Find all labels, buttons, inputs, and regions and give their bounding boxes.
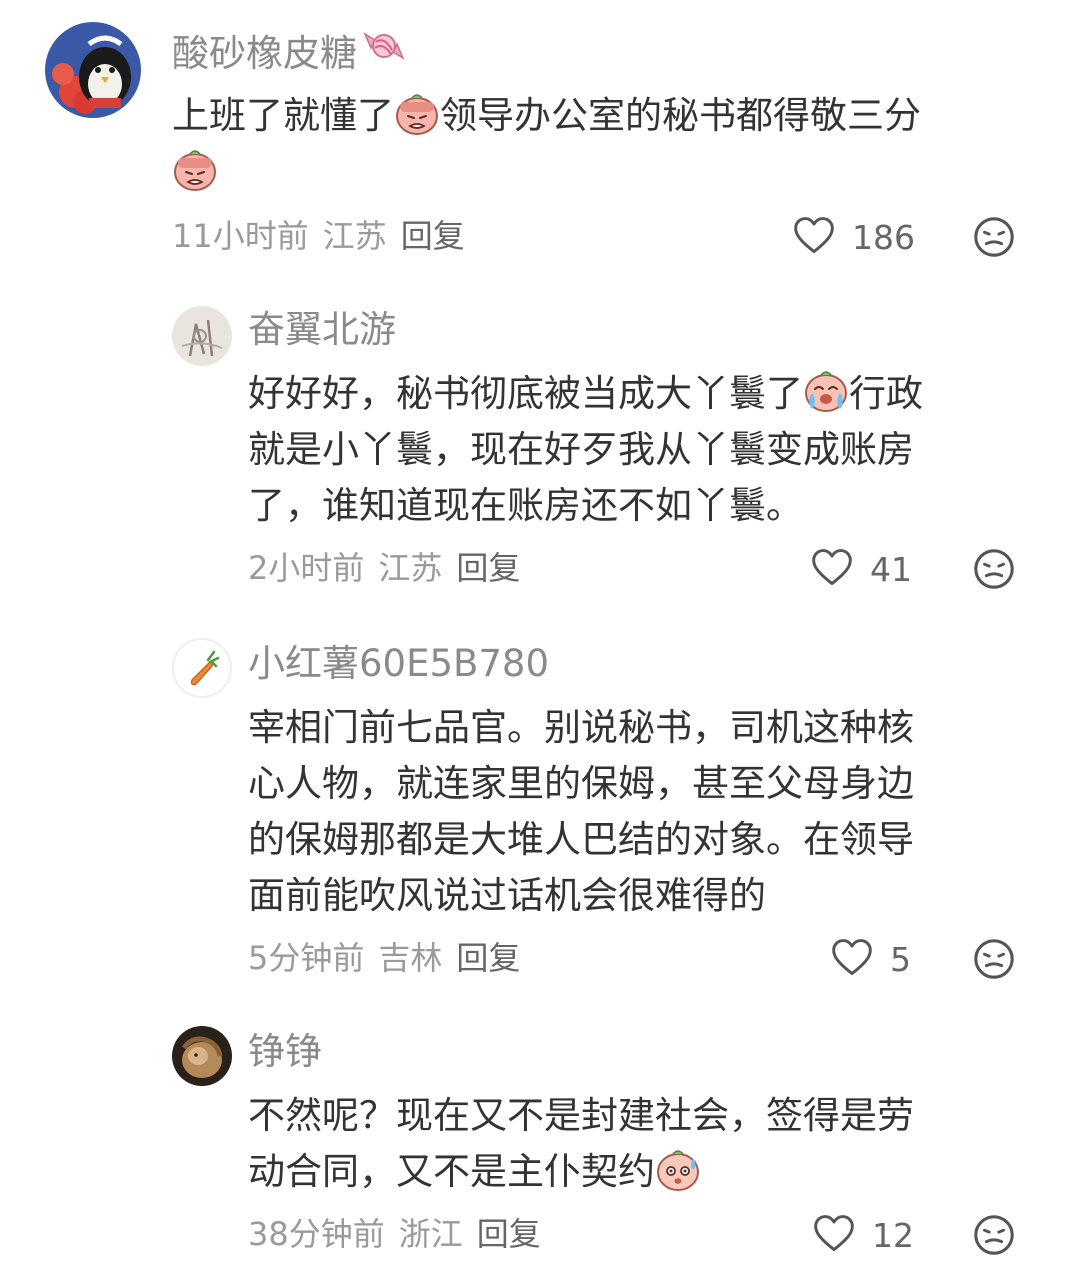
location: 吉林 — [378, 939, 443, 977]
dislike-button[interactable] — [971, 214, 1017, 264]
avatar[interactable] — [172, 1026, 232, 1086]
sweat-emoji-icon — [655, 1146, 701, 1192]
dislike-button[interactable] — [971, 546, 1017, 596]
meh-face-icon[interactable] — [971, 1243, 1017, 1262]
comment-text-part: 领导办公室的秘书都得敬三分 — [440, 94, 921, 137]
like-count: 12 — [872, 1216, 914, 1255]
location: 江苏 — [322, 217, 387, 255]
heart-outline-icon[interactable] — [830, 936, 874, 984]
comment-meta: 38分钟前 浙江 回复 — [248, 1214, 555, 1254]
comment-text: 不然呢？现在又不是封建社会，签得是劳 动合同，又不是主仆契约 — [248, 1088, 1038, 1200]
username[interactable]: 铮铮 — [248, 1030, 322, 1074]
comment-text-line: 面前能吹风说过话机会很难得的 — [248, 874, 766, 917]
comment-item: 奋翼北游 好好好，秘书彻底被当成大丫鬟了 行政 就是小丫鬟，现在好歹我从丫鬟变成账… — [0, 290, 1080, 620]
reply-button[interactable]: 回复 — [477, 1215, 541, 1253]
heart-outline-icon[interactable] — [792, 214, 836, 262]
comment-text-line: 的保姆那都是大堆人巴结的对象。在领导 — [248, 818, 914, 861]
avatar[interactable] — [172, 638, 232, 698]
timestamp: 2小时前 — [248, 549, 365, 587]
comment-meta: 2小时前 江苏 回复 — [248, 548, 534, 588]
reply-button[interactable]: 回复 — [456, 549, 520, 587]
comment-item: 酸砂橡皮糖 上班了就懂了 领导办公室的秘书都得敬三分 11小时前 江苏 回复 186 — [0, 0, 1080, 290]
like-button[interactable]: 12 — [812, 1212, 914, 1260]
timestamp: 5分钟前 — [248, 939, 365, 977]
comment-text-line: 心人物，就连家里的保姆，甚至父母身边 — [248, 762, 914, 805]
facepalm-emoji-icon — [394, 90, 440, 136]
crying-emoji-icon — [803, 368, 849, 414]
comment-text: 上班了就懂了 领导办公室的秘书都得敬三分 — [172, 88, 1032, 200]
comment-text-part: 上班了就懂了 — [172, 94, 394, 137]
candy-icon — [361, 26, 407, 72]
heart-outline-icon[interactable] — [812, 1212, 856, 1260]
comment-text-part: 了，谁知道现在账房还不如丫鬟。 — [248, 484, 803, 527]
comment-text-part: 就是小丫鬟，现在好歹我从丫鬟变成账房 — [248, 428, 914, 471]
username[interactable]: 小红薯60E5B780 — [248, 642, 549, 686]
meh-face-icon[interactable] — [971, 967, 1017, 986]
like-count: 186 — [852, 218, 915, 257]
heart-outline-icon[interactable] — [810, 546, 854, 594]
avatar[interactable] — [172, 306, 232, 366]
facepalm-emoji-icon — [172, 146, 218, 192]
username[interactable]: 奋翼北游 — [248, 308, 396, 352]
comment-text-line: 宰相门前七品官。别说秘书，司机这种核 — [248, 706, 914, 749]
like-button[interactable]: 186 — [792, 214, 915, 262]
comment-meta: 11小时前 江苏 回复 — [172, 216, 479, 256]
comment-item: 铮铮 不然呢？现在又不是封建社会，签得是劳 动合同，又不是主仆契约 38分钟前浙… — [0, 1010, 1080, 1256]
comment-text-part: 行政 — [849, 372, 923, 415]
location: 江苏 — [378, 549, 443, 587]
comment-text: 宰相门前七品官。别说秘书，司机这种核 心人物，就连家里的保姆，甚至父母身边 的保… — [248, 700, 1038, 924]
username[interactable]: 酸砂橡皮糖 — [172, 26, 407, 76]
comment-meta: 5分钟前 吉林 回复 — [248, 938, 534, 978]
comment-text-part: 好好好，秘书彻底被当成大丫鬟了 — [248, 372, 803, 415]
comment-text-part: 不然呢？现在又不是封建社会，签得是劳 — [248, 1094, 914, 1137]
avatar[interactable] — [45, 22, 141, 118]
like-count: 5 — [890, 940, 911, 979]
dislike-button[interactable] — [971, 1212, 1017, 1262]
comment-text-part: 动合同，又不是主仆契约 — [248, 1150, 655, 1193]
timestamp: 38分钟前 — [248, 1215, 385, 1253]
timestamp: 11小时前 — [172, 217, 309, 255]
username-text[interactable]: 酸砂橡皮糖 — [172, 32, 357, 75]
reply-button[interactable]: 回复 — [456, 939, 520, 977]
like-button[interactable]: 5 — [830, 936, 911, 984]
like-count: 41 — [870, 550, 912, 589]
dislike-button[interactable] — [971, 936, 1017, 986]
meh-face-icon[interactable] — [971, 245, 1017, 264]
like-button[interactable]: 41 — [810, 546, 912, 594]
comment-item: 小红薯60E5B780 宰相门前七品官。别说秘书，司机这种核 心人物，就连家里的… — [0, 620, 1080, 1010]
comment-text: 好好好，秘书彻底被当成大丫鬟了 行政 就是小丫鬟，现在好歹我从丫鬟变成账房 了，谁… — [248, 366, 1038, 534]
meh-face-icon[interactable] — [971, 577, 1017, 596]
reply-button[interactable]: 回复 — [401, 217, 465, 255]
location: 浙江 — [398, 1215, 463, 1253]
